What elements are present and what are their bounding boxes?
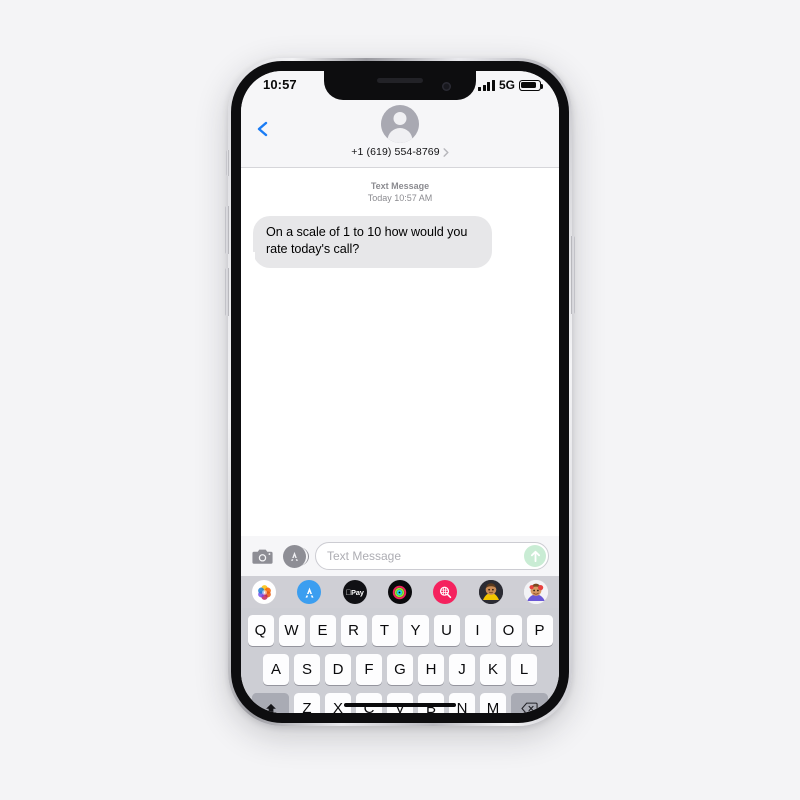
conversation-header: +1 (619) 554-8769 <box>241 101 559 168</box>
key-j[interactable]: J <box>449 654 475 685</box>
status-bar-network-label: 5G <box>498 78 515 92</box>
device-screen: 10:57 5G +1 (619) 554-8769 Text Message … <box>241 71 559 713</box>
camera-icon <box>252 549 273 564</box>
key-p[interactable]: P <box>526 615 553 646</box>
key-f[interactable]: F <box>356 654 382 685</box>
contact-phone-number: +1 (619) 554-8769 <box>351 146 440 158</box>
key-z[interactable]: Z <box>294 693 320 713</box>
earpiece-speaker-icon <box>377 78 423 83</box>
chevron-left-icon <box>257 121 268 137</box>
imessage-app-drawer[interactable]: Pay <box>241 576 559 608</box>
contact-avatar-icon[interactable] <box>381 105 419 143</box>
key-d[interactable]: D <box>325 654 351 685</box>
arrow-up-circle-icon <box>530 550 540 562</box>
key-l[interactable]: L <box>511 654 537 685</box>
display-notch <box>324 71 476 100</box>
key-k[interactable]: K <box>480 654 506 685</box>
key-g[interactable]: G <box>387 654 413 685</box>
back-button[interactable] <box>255 121 271 137</box>
key-y[interactable]: Y <box>402 615 429 646</box>
key-a[interactable]: A <box>263 654 289 685</box>
incoming-message-bubble[interactable]: On a scale of 1 to 10 how would you rate… <box>246 216 492 268</box>
key-h[interactable]: H <box>418 654 444 685</box>
photos-app-icon[interactable] <box>252 580 276 604</box>
key-m[interactable]: M <box>480 693 506 713</box>
screenshot-canvas: 10:57 5G +1 (619) 554-8769 Text Message … <box>0 0 800 800</box>
imessage-apps-button[interactable] <box>283 544 309 568</box>
send-button[interactable] <box>524 545 546 567</box>
message-timestamp-header: Text Message Today 10:57 AM <box>241 168 559 204</box>
key-t[interactable]: T <box>371 615 398 646</box>
message-list[interactable]: Text Message Today 10:57 AM On a scale o… <box>241 168 559 536</box>
contact-info-button[interactable]: +1 (619) 554-8769 <box>241 146 559 158</box>
service-label: Text Message <box>370 181 430 191</box>
key-q[interactable]: Q <box>247 615 274 646</box>
message-field-placeholder: Text Message <box>327 549 402 563</box>
message-input-bar: Text Message <box>241 536 559 576</box>
volume-down-button[interactable] <box>225 268 229 316</box>
key-u[interactable]: U <box>433 615 460 646</box>
memoji-sticker-2-icon[interactable] <box>523 580 548 604</box>
key-o[interactable]: O <box>495 615 522 646</box>
iphone-device-frame: 10:57 5G +1 (619) 554-8769 Text Message … <box>225 58 575 726</box>
home-indicator[interactable] <box>344 702 456 707</box>
chevron-right-icon <box>443 147 449 157</box>
on-screen-keyboard[interactable]: Q W E R T Y U I O P A S D F G H J K L Z … <box>241 608 559 713</box>
message-text-field[interactable]: Text Message <box>315 542 549 570</box>
front-camera-icon <box>442 82 451 91</box>
camera-button[interactable] <box>251 545 274 568</box>
message-row: On a scale of 1 to 10 how would you rate… <box>241 216 559 268</box>
fitness-app-icon[interactable] <box>387 580 412 604</box>
keyboard-row-1: Q W E R T Y U I O P <box>244 615 556 646</box>
status-bar-indicators: 5G <box>478 78 544 92</box>
cellular-bars-icon <box>478 79 495 91</box>
status-bar-time: 10:57 <box>263 77 297 92</box>
key-w[interactable]: W <box>278 615 305 646</box>
message-timestamp: Today 10:57 AM <box>367 193 433 204</box>
key-e[interactable]: E <box>309 615 336 646</box>
apple-pay-app-icon[interactable]: Pay <box>342 580 367 604</box>
key-r[interactable]: R <box>340 615 367 646</box>
key-i[interactable]: I <box>464 615 491 646</box>
images-app-icon[interactable] <box>433 580 458 604</box>
keyboard-row-2: A S D F G H J K L <box>244 654 556 685</box>
battery-icon <box>519 79 544 91</box>
mute-switch-button[interactable] <box>226 150 229 176</box>
app-store-app-icon[interactable] <box>297 580 322 604</box>
app-store-icon <box>291 551 298 561</box>
power-side-button[interactable] <box>571 236 575 314</box>
key-s[interactable]: S <box>294 654 320 685</box>
volume-up-button[interactable] <box>225 206 229 254</box>
memoji-sticker-1-icon[interactable] <box>478 580 503 604</box>
